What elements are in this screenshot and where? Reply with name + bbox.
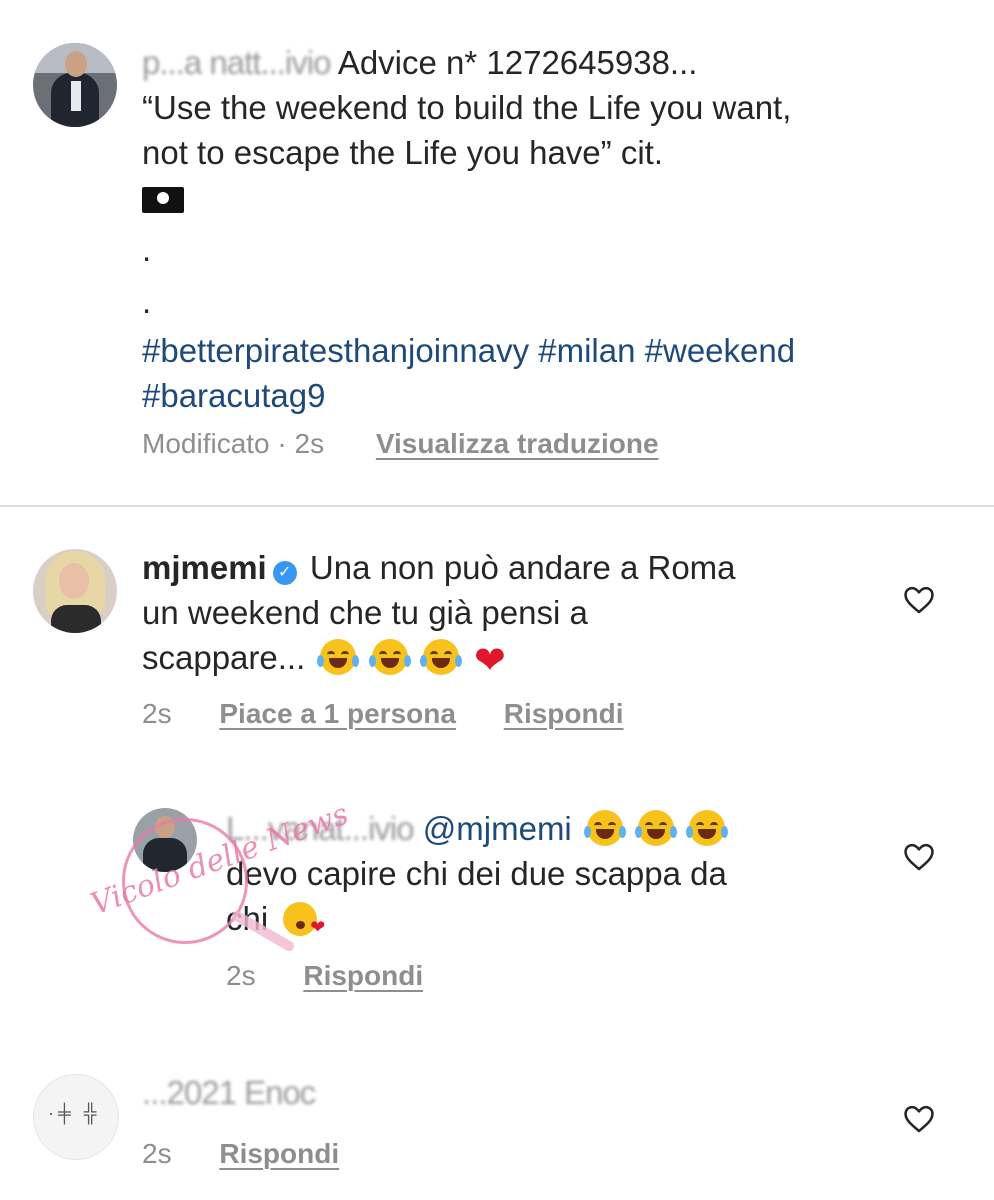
- comment-line-2: un weekend che tu già pensi a: [142, 594, 588, 631]
- mention-link[interactable]: @mjmemi: [423, 810, 572, 847]
- reply-line-3: chi: [226, 900, 269, 937]
- reply-button[interactable]: Rispondi: [303, 960, 423, 991]
- translate-link[interactable]: Visualizza traduzione: [376, 428, 659, 459]
- caption-line-3: not to escape the Life you have” cit.: [142, 134, 663, 171]
- reply-meta: 2s Rispondi: [226, 960, 423, 992]
- pirate-flag-emoji: [142, 187, 184, 213]
- reply-time: 2s: [226, 960, 256, 991]
- heart-outline-icon[interactable]: [902, 1102, 936, 1136]
- comment-item: mjmemi ✓ Una non può andare a Roma un wee…: [0, 505, 994, 770]
- comment-time: 2s: [142, 1138, 172, 1169]
- tears-of-joy-emoji: [583, 810, 626, 846]
- comment-item: ·╪ ╬ ...2021 Enoc 2s Rispondi: [0, 1050, 994, 1200]
- heart-outline-icon[interactable]: [902, 583, 936, 617]
- post-caption: p...a natt...ivio Advice n* 1272645938..…: [0, 0, 994, 505]
- tears-of-joy-emoji: [317, 639, 360, 675]
- tears-of-joy-emoji: [368, 639, 411, 675]
- comment-text: mjmemi ✓ Una non può andare a Roma un wee…: [142, 545, 882, 684]
- hashtags-line-1[interactable]: #betterpiratesthanjoinnavy #milan #weeke…: [142, 328, 962, 373]
- caption-line-2: “Use the weekend to build the Life you w…: [142, 89, 792, 126]
- commenter-avatar[interactable]: ·╪ ╬: [33, 1074, 119, 1160]
- kissing-heart-emoji: ❤: [283, 902, 325, 936]
- caption-dot-2: .: [142, 283, 152, 320]
- reply-text: L...vanat...ivio @mjmemi devo capire chi…: [226, 806, 886, 941]
- caption-status: Modificato · 2s: [142, 428, 325, 459]
- heart-outline-icon[interactable]: [902, 840, 936, 874]
- likes-count-link[interactable]: Piace a 1 persona: [219, 698, 456, 729]
- caption-meta: Modificato · 2s Visualizza traduzione: [142, 428, 659, 460]
- reply-line-2: devo capire chi dei due scappa da: [226, 855, 727, 892]
- commenter-username[interactable]: mjmemi: [142, 549, 267, 586]
- reply-button[interactable]: Rispondi: [504, 698, 624, 729]
- verified-badge-icon: ✓: [272, 561, 297, 585]
- reply-item: L...vanat...ivio @mjmemi devo capire chi…: [0, 770, 994, 1050]
- caption-line-1: Advice n* 1272645938...: [337, 44, 698, 81]
- replier-username-masked[interactable]: L...vanat...ivio: [226, 806, 415, 851]
- comment-line-3: scappare...: [142, 639, 306, 676]
- comment-line-1: Una non può andare a Roma: [309, 549, 736, 586]
- instagram-comments-screen: p...a natt...ivio Advice n* 1272645938..…: [0, 0, 994, 1200]
- reply-button[interactable]: Rispondi: [219, 1138, 339, 1169]
- tears-of-joy-emoji: [419, 639, 462, 675]
- author-username-masked[interactable]: p...a natt...ivio: [142, 40, 331, 85]
- caption-dot-1: .: [142, 231, 152, 268]
- replier-avatar[interactable]: [133, 808, 197, 872]
- red-heart-emoji: ❤: [473, 640, 506, 682]
- tears-of-joy-emoji: [686, 810, 729, 846]
- hashtags-line-2[interactable]: #baracutag9: [142, 373, 962, 418]
- caption-text: p...a natt...ivio Advice n* 1272645938..…: [142, 40, 962, 418]
- author-avatar[interactable]: [33, 43, 117, 127]
- comment-time: 2s: [142, 698, 172, 729]
- comment-meta: 2s Rispondi: [142, 1138, 339, 1170]
- comment-text: ...2021 Enoc: [142, 1070, 882, 1115]
- comment-meta: 2s Piace a 1 persona Rispondi: [142, 698, 623, 730]
- commenter-avatar[interactable]: [33, 549, 117, 633]
- commenter-username-masked[interactable]: ...2021 Enoc: [142, 1070, 316, 1115]
- tears-of-joy-emoji: [635, 810, 678, 846]
